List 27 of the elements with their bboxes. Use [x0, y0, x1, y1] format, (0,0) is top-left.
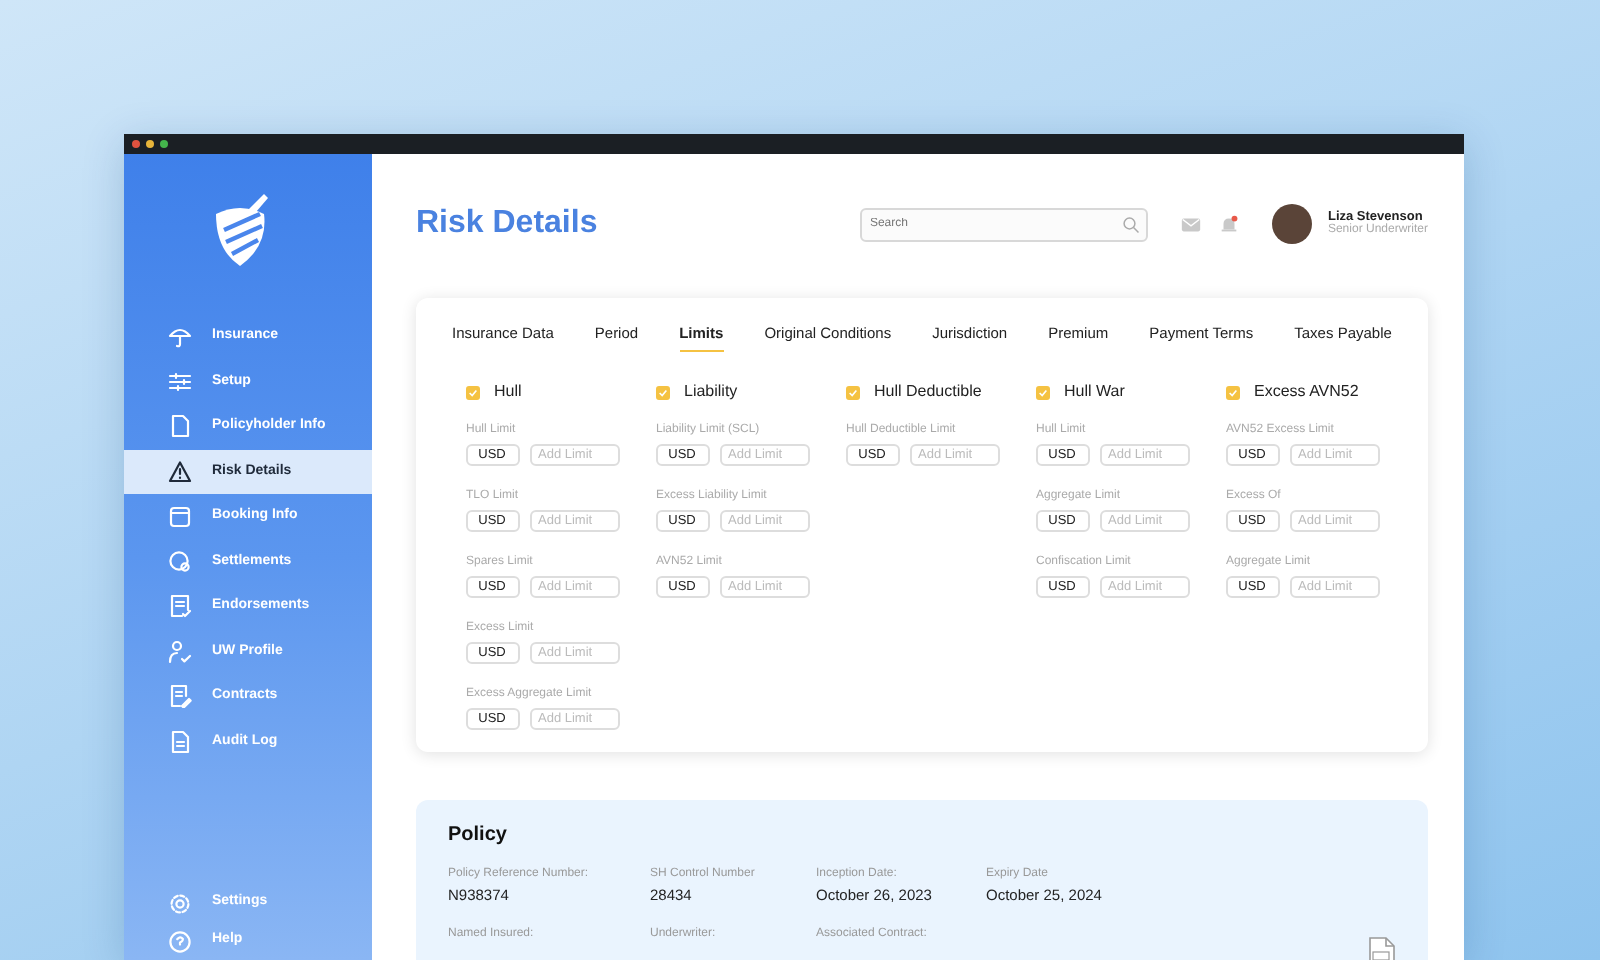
- checkbox[interactable]: [846, 385, 860, 400]
- avatar[interactable]: [1271, 204, 1312, 244]
- file-lines-icon: [168, 729, 192, 754]
- settings-icon: [168, 891, 192, 915]
- document-icon: [168, 414, 192, 439]
- help-icon: [168, 929, 192, 953]
- section-title: Excess AVN52: [1254, 380, 1359, 405]
- user-check-icon: [168, 639, 192, 664]
- calendar-icon: [168, 504, 192, 529]
- checkbox[interactable]: [466, 385, 480, 400]
- search-icon[interactable]: [1121, 215, 1140, 233]
- sliders-icon: [168, 369, 192, 394]
- section-heading: Policy: [448, 822, 509, 850]
- checkbox[interactable]: [1036, 385, 1050, 400]
- checklist-icon: [168, 594, 192, 619]
- mail-icon[interactable]: [1179, 213, 1202, 235]
- umbrella-icon: [168, 324, 192, 349]
- page-title: Risk Details: [416, 204, 598, 244]
- section-title: Hull: [494, 380, 522, 405]
- checkbox[interactable]: [656, 385, 670, 400]
- bell-icon[interactable]: [1217, 213, 1240, 235]
- contract-edit-icon: [168, 684, 192, 709]
- checkbox[interactable]: [1226, 385, 1240, 400]
- section-title: Liability: [684, 380, 738, 405]
- warning-icon: [168, 459, 192, 484]
- section-title: Hull Deductible: [874, 380, 982, 405]
- section-title: Hull War: [1064, 380, 1125, 405]
